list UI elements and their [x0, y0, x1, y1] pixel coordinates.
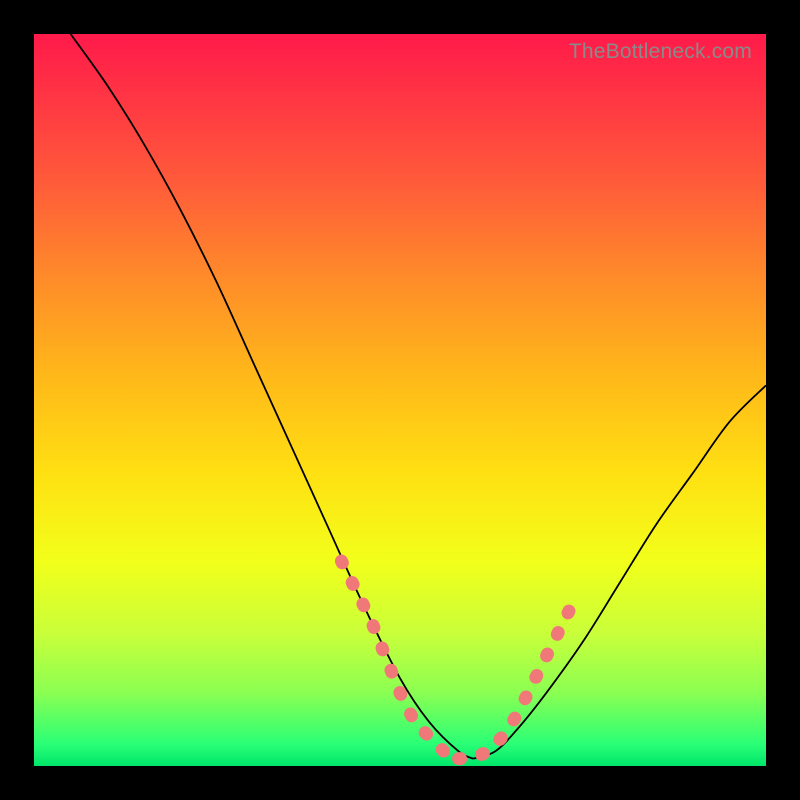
chart-frame: TheBottleneck.com	[0, 0, 800, 800]
chart-svg	[34, 34, 766, 766]
plot-area: TheBottleneck.com	[34, 34, 766, 766]
curve-left-branch	[71, 34, 474, 759]
highlight-dots	[341, 561, 575, 759]
curve-right-branch	[473, 385, 766, 758]
